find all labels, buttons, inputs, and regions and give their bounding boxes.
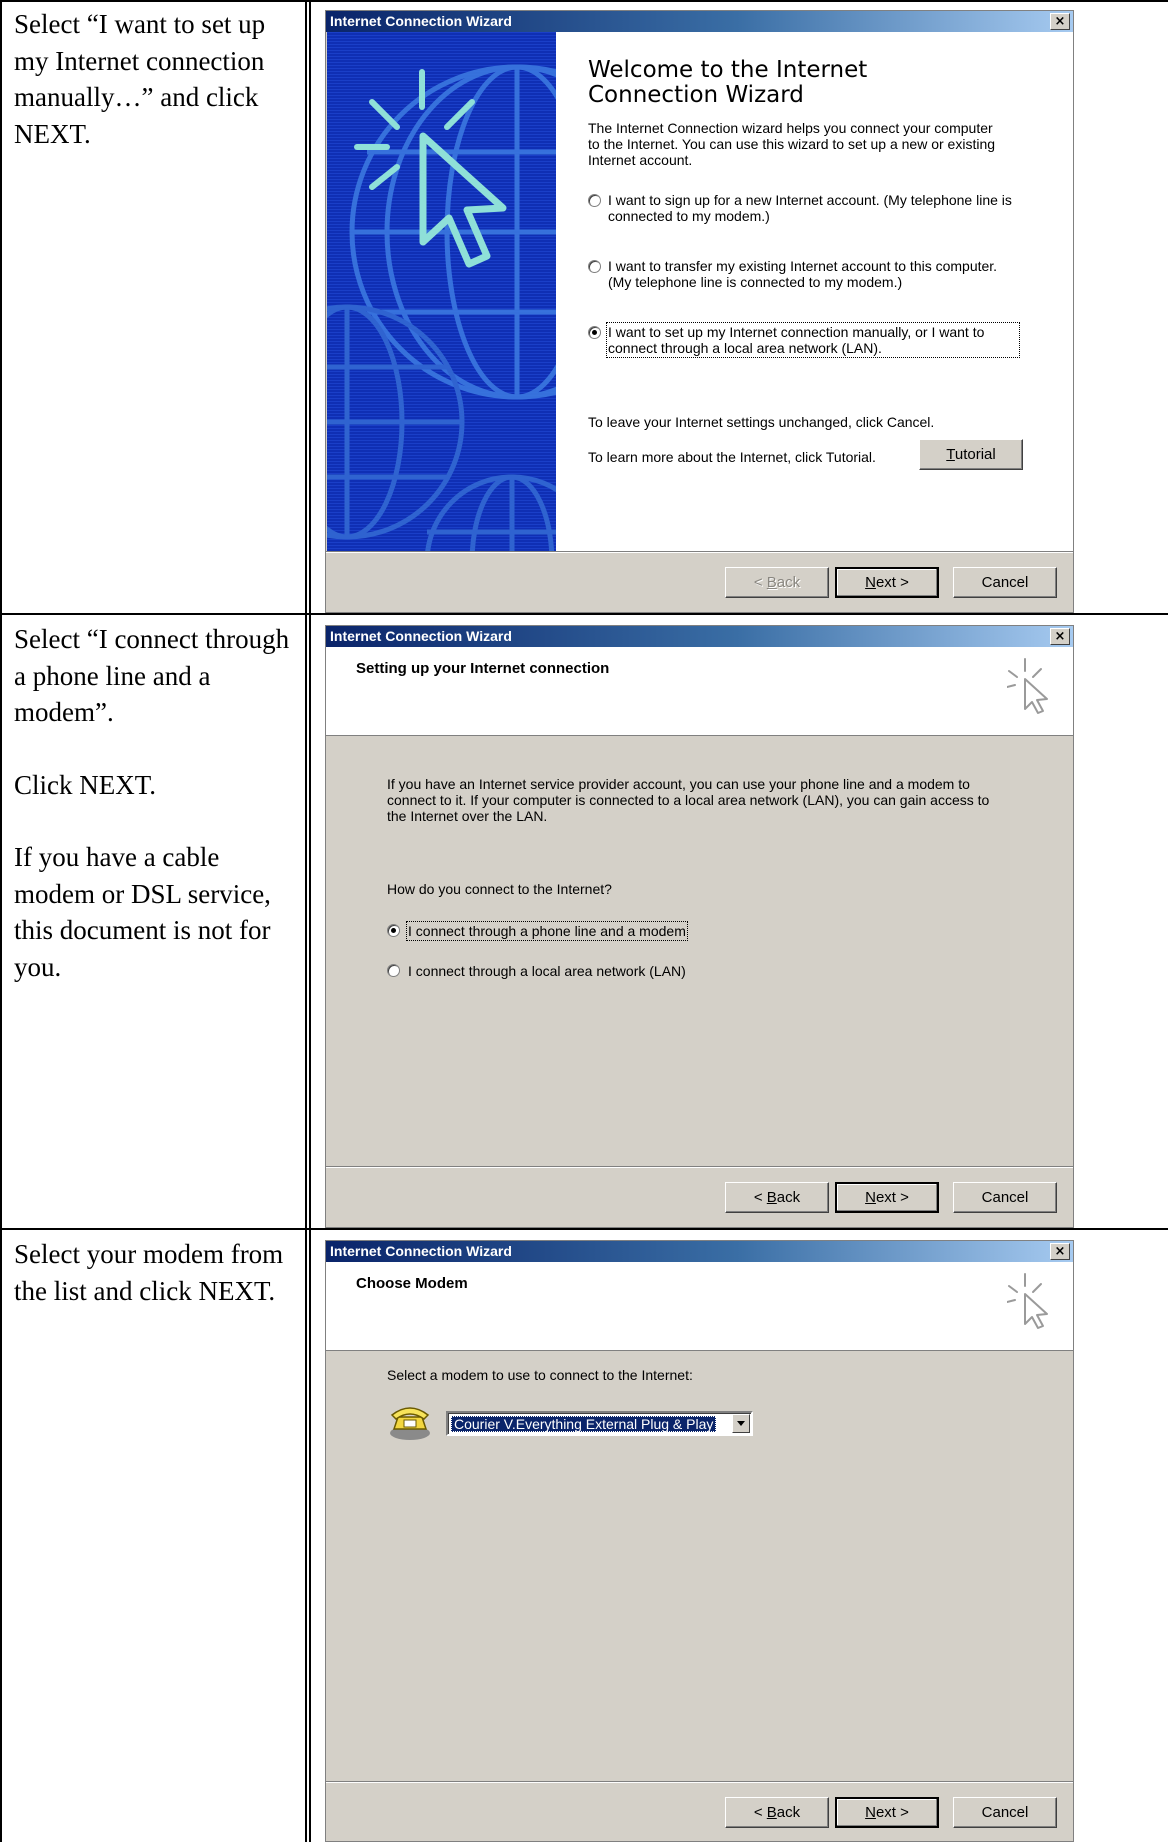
table-row-divider: [0, 1228, 1168, 1230]
back-label: ack: [776, 1189, 801, 1206]
connection-intro: If you have an Internet service provider…: [387, 776, 990, 824]
dialog-title-bar[interactable]: Internet Connection Wizard: [326, 626, 1073, 647]
radio-lan[interactable]: [387, 964, 400, 977]
wizard-dialog-connection-type: Internet Connection Wizard × Setting up …: [325, 625, 1074, 1228]
wizard-dialog-welcome: Internet Connection Wizard × Welcome to …: [325, 10, 1074, 613]
back-mnemonic: B: [766, 1189, 777, 1206]
radio-manual-setup[interactable]: [588, 326, 601, 339]
option-new-account-label[interactable]: I want to sign up for a new Internet acc…: [608, 192, 1018, 224]
cancel-button[interactable]: Cancel: [953, 567, 1057, 598]
instruction-cell-2: Select “I connect through a phone line a…: [14, 621, 294, 1021]
welcome-content: Welcome to the Internet Connection Wizar…: [556, 32, 1073, 551]
cancel-label: Cancel: [981, 574, 1029, 591]
wizard-header: Choose Modem: [326, 1262, 1073, 1351]
wizard-header: Setting up your Internet connection: [326, 647, 1073, 736]
globe-cursor-graphic: [327, 32, 556, 551]
close-icon: ×: [1054, 629, 1066, 644]
back-button[interactable]: < Back: [725, 1182, 829, 1213]
learn-more-text: To learn more about the Internet, click …: [588, 449, 876, 465]
radio-new-account[interactable]: [588, 194, 601, 207]
telephone-icon: [390, 1407, 430, 1440]
instruction-text: Select “I want to set up my Internet con…: [14, 9, 266, 149]
instruction-text: Select “I connect through a phone line a…: [14, 624, 290, 727]
cancel-label: Cancel: [981, 1189, 1029, 1206]
wizard-cursor-icon: [1007, 1273, 1048, 1329]
next-button[interactable]: Next >: [835, 1182, 939, 1213]
cancel-button[interactable]: Cancel: [953, 1797, 1057, 1828]
modem-select-value: Courier V.Everything External Plug & Pla…: [451, 1416, 717, 1432]
next-mnemonic: N: [865, 1804, 876, 1821]
table-border-top: [0, 0, 1168, 2]
instruction-text: Click NEXT.: [14, 769, 156, 800]
table-column-divider: [305, 0, 307, 1842]
back-button[interactable]: < Back: [725, 567, 829, 598]
dialog-title-bar[interactable]: Internet Connection Wizard: [326, 1241, 1073, 1262]
next-mnemonic: N: [865, 1189, 876, 1206]
next-button[interactable]: Next >: [835, 1797, 939, 1828]
option-lan-label[interactable]: I connect through a local area network (…: [408, 963, 686, 979]
next-label: ext >: [875, 1804, 909, 1821]
close-button[interactable]: ×: [1050, 628, 1070, 645]
cancel-label: Cancel: [981, 1804, 1029, 1821]
close-icon: ×: [1054, 1244, 1066, 1259]
dialog-title-bar[interactable]: Internet Connection Wizard: [326, 11, 1073, 32]
next-label: ext >: [875, 574, 909, 591]
back-mnemonic: B: [766, 1804, 777, 1821]
page-title: Choose Modem: [356, 1275, 468, 1292]
back-button[interactable]: < Back: [725, 1797, 829, 1828]
dialog-title: Internet Connection Wizard: [330, 628, 512, 644]
next-label: ext >: [875, 1189, 909, 1206]
back-label: ack: [776, 574, 801, 591]
instruction-text: Select your modem from the list and clic…: [14, 1239, 284, 1306]
welcome-intro: The Internet Connection wizard helps you…: [588, 120, 996, 168]
back-mnemonic: B: [766, 574, 777, 591]
dialog-title: Internet Connection Wizard: [330, 13, 512, 29]
modem-select[interactable]: Courier V.Everything External Plug & Pla…: [446, 1411, 753, 1436]
welcome-title: Welcome to the Internet Connection Wizar…: [588, 57, 868, 108]
tutorial-label: utorial: [954, 446, 996, 463]
option-phone-modem-label[interactable]: I connect through a phone line and a mod…: [406, 921, 688, 941]
cancel-button[interactable]: Cancel: [953, 1182, 1057, 1213]
page-title: Setting up your Internet connection: [356, 660, 610, 677]
table-column-divider: [309, 0, 311, 1842]
connection-question: How do you connect to the Internet?: [387, 881, 612, 897]
instruction-cell-3: Select your modem from the list and clic…: [14, 1236, 294, 1345]
close-button[interactable]: ×: [1050, 1243, 1070, 1260]
back-prefix: <: [753, 1189, 767, 1206]
button-separator: [326, 1166, 1073, 1168]
leave-settings-text: To leave your Internet settings unchange…: [588, 414, 935, 430]
button-separator: [326, 551, 1073, 553]
wizard-dialog-choose-modem: Internet Connection Wizard × Choose Mode…: [325, 1240, 1074, 1842]
instruction-cell-1: Select “I want to set up my Internet con…: [14, 6, 294, 188]
back-prefix: <: [753, 1804, 767, 1821]
modem-prompt: Select a modem to use to connect to the …: [387, 1367, 693, 1383]
tutorial-button[interactable]: Tutorial: [919, 439, 1023, 470]
table-row-divider: [0, 613, 1168, 615]
chevron-down-icon[interactable]: [732, 1414, 750, 1433]
radio-phone-modem[interactable]: [387, 924, 400, 937]
radio-transfer-account[interactable]: [588, 260, 601, 273]
next-mnemonic: N: [865, 574, 876, 591]
wizard-side-graphic: [327, 32, 556, 551]
button-separator: [326, 1781, 1073, 1783]
option-manual-setup-label[interactable]: I want to set up my Internet connection …: [606, 322, 1020, 358]
next-button[interactable]: Next >: [835, 567, 939, 598]
wizard-cursor-icon: [1007, 658, 1048, 714]
close-icon: ×: [1054, 14, 1066, 29]
instruction-text: If you have a cable modem or DSL service…: [14, 842, 271, 982]
option-transfer-account-label[interactable]: I want to transfer my existing Internet …: [608, 258, 1018, 290]
back-label: ack: [776, 1804, 801, 1821]
dialog-title: Internet Connection Wizard: [330, 1243, 512, 1259]
close-button[interactable]: ×: [1050, 13, 1070, 30]
back-prefix: <: [753, 574, 767, 591]
table-border-left: [0, 0, 2, 1842]
tutorial-mnemonic: T: [946, 446, 955, 463]
